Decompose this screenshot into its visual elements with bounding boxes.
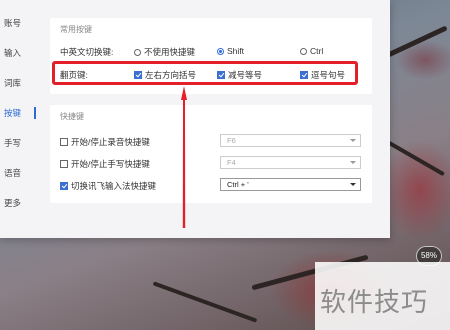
chevron-down-icon xyxy=(350,161,356,164)
radio-label: 不使用快捷键 xyxy=(144,47,196,57)
common-keys-title: 常用按键 xyxy=(60,25,92,34)
radio-ctrl[interactable]: Ctrl xyxy=(300,46,323,56)
sidebar-item-account[interactable]: 账号 xyxy=(4,16,34,30)
radio-no-shortcut[interactable]: 不使用快捷键 xyxy=(134,46,195,58)
active-indicator xyxy=(34,107,36,119)
sidebar-item-lexicon[interactable]: 词库 xyxy=(4,76,34,90)
red-arrow-annotation xyxy=(181,86,187,228)
chevron-down-icon xyxy=(350,183,356,186)
checkbox-icon xyxy=(60,160,68,168)
sidebar-item-keys[interactable]: 按键 xyxy=(4,106,34,120)
switch-key-label: 中英文切换键: xyxy=(60,47,114,57)
select-value: F6 xyxy=(227,136,236,145)
checkbox-label: 开始/停止手写快捷键 xyxy=(71,159,150,169)
checkbox-switch-ime-shortcut[interactable]: 切换讯飞输入法快捷键 xyxy=(60,180,156,192)
record-shortcut-select[interactable]: F6 xyxy=(220,134,361,147)
switch-ime-shortcut-select[interactable]: Ctrl + ' xyxy=(220,178,361,191)
radio-label: Shift xyxy=(227,46,245,56)
checkbox-label: 开始/停止录音快捷键 xyxy=(71,137,150,147)
radio-icon xyxy=(134,48,141,56)
sidebar-item-input[interactable]: 输入 xyxy=(4,46,34,60)
checkbox-record-shortcut[interactable]: 开始/停止录音快捷键 xyxy=(60,136,150,148)
radio-selected-icon xyxy=(217,47,224,55)
checkbox-icon xyxy=(60,138,68,146)
handwrite-shortcut-select[interactable]: F4 xyxy=(220,156,361,169)
select-value: Ctrl + ' xyxy=(227,180,249,189)
sidebar-item-handwriting[interactable]: 手写 xyxy=(4,136,34,150)
checkbox-checked-icon xyxy=(60,182,68,190)
chevron-down-icon xyxy=(350,139,356,142)
radio-icon xyxy=(300,47,307,55)
radio-label: Ctrl xyxy=(310,46,324,56)
watermark-text: 软件技巧 xyxy=(320,288,429,318)
select-value: F4 xyxy=(227,158,236,167)
radio-shift[interactable]: Shift xyxy=(217,46,244,56)
settings-window: 账号 输入 词库 按键 手写 语音 更多 常用按键 中英文切换键: 不使用快捷键… xyxy=(0,0,390,238)
sidebar-item-more[interactable]: 更多 xyxy=(4,196,34,210)
highlight-box xyxy=(52,61,358,85)
checkbox-label: 切换讯飞输入法快捷键 xyxy=(71,181,157,191)
checkbox-handwrite-shortcut[interactable]: 开始/停止手写快捷键 xyxy=(60,158,150,170)
sidebar: 账号 输入 词库 按键 手写 语音 更多 xyxy=(0,0,38,238)
sidebar-item-voice[interactable]: 语音 xyxy=(4,166,34,180)
shortcuts-title: 快捷键 xyxy=(60,112,84,121)
